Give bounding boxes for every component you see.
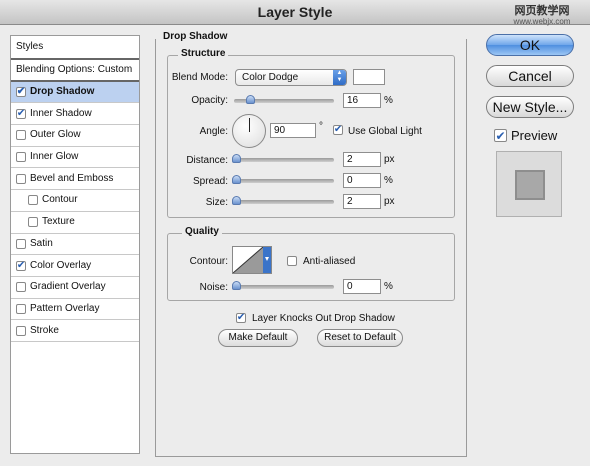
spread-field[interactable]: 0: [343, 173, 381, 188]
knockout-label: Layer Knocks Out Drop Shadow: [252, 313, 395, 324]
opacity-slider-thumb[interactable]: [246, 95, 255, 104]
structure-title: Structure: [178, 48, 229, 59]
checkbox-pattern-overlay[interactable]: [16, 303, 26, 314]
style-item-label: Inner Glow: [30, 151, 79, 163]
cancel-button[interactable]: Cancel: [486, 65, 574, 87]
angle-field[interactable]: 90: [270, 123, 316, 138]
noise-unit: %: [384, 281, 393, 292]
checkbox-bevel-emboss[interactable]: [16, 173, 26, 184]
watermark: 网页教学网 www.webjx.com: [502, 2, 582, 26]
style-item-gradient-overlay[interactable]: Gradient Overlay: [11, 277, 139, 299]
blending-options-item[interactable]: Blending Options: Custom: [11, 60, 139, 82]
style-item-label: Bevel and Emboss: [30, 172, 114, 184]
size-label: Size:: [205, 197, 228, 208]
noise-field[interactable]: 0: [343, 279, 381, 294]
distance-slider-track[interactable]: [234, 158, 334, 162]
noise-slider-thumb[interactable]: [232, 281, 241, 290]
spread-slider-track[interactable]: [234, 179, 334, 183]
style-item-contour[interactable]: Contour: [11, 190, 139, 212]
distance-field[interactable]: 2: [343, 152, 381, 167]
style-item-drop-shadow[interactable]: ✔ Drop Shadow: [11, 81, 139, 104]
style-item-pattern-overlay[interactable]: Pattern Overlay: [11, 299, 139, 321]
spread-unit: %: [384, 175, 393, 186]
style-item-label: Gradient Overlay: [30, 281, 106, 293]
checkbox-drop-shadow[interactable]: ✔: [16, 87, 26, 98]
style-item-satin[interactable]: Satin: [11, 234, 139, 256]
opacity-label: Opacity:: [191, 95, 228, 106]
style-item-outer-glow[interactable]: Outer Glow: [11, 125, 139, 147]
blend-mode-label: Blend Mode:: [171, 72, 228, 83]
blend-mode-value: Color Dodge: [242, 72, 299, 83]
style-item-label: Outer Glow: [30, 129, 81, 141]
checkbox-inner-glow[interactable]: [16, 152, 26, 163]
knockout-checkbox[interactable]: ✔: [236, 313, 246, 323]
watermark-line1: 网页教学网: [514, 5, 570, 17]
angle-indicator: [249, 118, 250, 132]
style-item-label: Satin: [30, 237, 53, 249]
size-slider-track[interactable]: [234, 200, 334, 204]
shadow-color-swatch[interactable]: [353, 69, 385, 85]
quality-title: Quality: [182, 226, 222, 237]
reset-to-default-button[interactable]: Reset to Default: [317, 329, 403, 347]
style-item-texture[interactable]: Texture: [11, 212, 139, 234]
opacity-field[interactable]: 16: [343, 93, 381, 108]
spread-slider-thumb[interactable]: [232, 175, 241, 184]
blend-mode-select[interactable]: Color Dodge ▲ ▼: [235, 69, 347, 86]
preview-checkbox[interactable]: ✔: [494, 129, 507, 142]
size-slider-thumb[interactable]: [232, 196, 241, 205]
distance-label: Distance:: [186, 155, 228, 166]
distance-unit: px: [384, 154, 395, 165]
checkbox-texture[interactable]: [28, 217, 38, 228]
use-global-light-label: Use Global Light: [348, 126, 422, 137]
style-item-label: Stroke: [30, 324, 59, 336]
contour-picker[interactable]: [232, 246, 272, 274]
size-unit: px: [384, 196, 395, 207]
make-default-button[interactable]: Make Default: [218, 329, 298, 347]
preview-thumbnail: [496, 151, 562, 217]
spread-label: Spread:: [192, 176, 228, 187]
preview-label: Preview: [511, 128, 558, 143]
contour-curve-icon: [232, 246, 271, 274]
contour-label: Contour:: [189, 256, 228, 267]
opacity-unit: %: [384, 95, 393, 106]
checkbox-contour[interactable]: [28, 195, 38, 206]
checkbox-stroke[interactable]: [16, 325, 26, 336]
angle-unit: °: [319, 121, 323, 132]
anti-aliased-checkbox[interactable]: [287, 256, 297, 266]
style-item-label: Color Overlay: [30, 259, 92, 271]
anti-aliased-label: Anti-aliased: [303, 256, 356, 267]
styles-panel: Styles Blending Options: Custom ✔ Drop S…: [10, 35, 140, 454]
new-style-button[interactable]: New Style...: [486, 96, 574, 118]
checkbox-color-overlay[interactable]: ✔: [16, 260, 26, 271]
noise-slider-track[interactable]: [234, 285, 334, 289]
use-global-light-checkbox[interactable]: ✔: [333, 125, 343, 135]
drop-shadow-title: Drop Shadow: [160, 31, 231, 42]
style-item-bevel-emboss[interactable]: Bevel and Emboss: [11, 168, 139, 191]
angle-label: Angle:: [199, 126, 228, 137]
distance-slider-thumb[interactable]: [232, 154, 241, 163]
style-item-inner-glow[interactable]: Inner Glow: [11, 147, 139, 169]
ok-button[interactable]: OK: [486, 34, 574, 56]
style-item-label: Pattern Overlay: [30, 302, 100, 314]
styles-header[interactable]: Styles: [11, 36, 139, 60]
checkbox-satin[interactable]: [16, 238, 26, 249]
checkbox-outer-glow[interactable]: [16, 130, 26, 141]
style-item-stroke[interactable]: Stroke: [11, 320, 139, 342]
style-item-label: Texture: [42, 216, 75, 228]
preview-sample: [515, 170, 545, 200]
angle-dial[interactable]: [232, 114, 266, 148]
style-item-label: Drop Shadow: [30, 86, 95, 98]
noise-label: Noise:: [199, 282, 228, 293]
style-item-label: Contour: [42, 194, 78, 206]
style-item-label: Inner Shadow: [30, 107, 92, 119]
select-arrows-icon: ▲ ▼: [333, 70, 346, 85]
checkbox-inner-shadow[interactable]: ✔: [16, 108, 26, 119]
style-item-color-overlay[interactable]: ✔ Color Overlay: [11, 255, 139, 277]
style-item-inner-shadow[interactable]: ✔ Inner Shadow: [11, 103, 139, 126]
watermark-line2: www.webjx.com: [513, 17, 571, 26]
checkbox-gradient-overlay[interactable]: [16, 282, 26, 293]
size-field[interactable]: 2: [343, 194, 381, 209]
